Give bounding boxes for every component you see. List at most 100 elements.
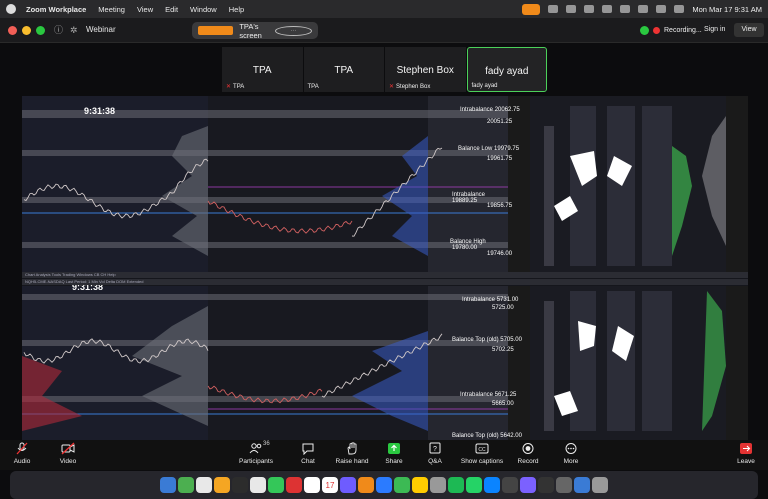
wifi-icon[interactable] [638,5,649,13]
share-button[interactable]: Share [372,442,416,465]
minimize-window-button[interactable] [22,26,31,35]
recording-label: Recording... [664,27,702,34]
menu-view[interactable]: View [137,5,153,14]
svg-text:?: ? [433,446,437,453]
menu-app-name[interactable]: Zoom Workplace [26,5,86,14]
meeting-controls-bar: Audio Video Participants 36 Chat Raise h… [0,440,768,470]
dock-app-icon[interactable] [268,477,284,493]
footprint-column [642,291,672,431]
chart-instrument-bar[interactable]: NQH5-CME-NASDAQ Last Period: 1 Min Vol D… [22,279,748,285]
leave-label: Leave [737,458,755,465]
sign-in-link[interactable]: Sign in [704,26,725,33]
footprint-column [544,301,554,431]
raise-hand-button[interactable]: Raise hand [330,442,374,465]
qa-icon: ? [428,442,442,455]
more-options-icon[interactable]: ··· [274,25,312,36]
dock-app-icon[interactable] [376,477,392,493]
zoom-window: Zoom Workplace Meeting View Edit Window … [0,0,768,499]
dock-app-icon[interactable] [430,477,446,493]
level-label: 19889.25 [452,198,478,204]
dock-app-icon[interactable] [196,477,212,493]
level-label: 19856.75 [487,203,513,209]
level-label: Intrabalance 5731.00 [462,297,519,303]
menu-clock[interactable]: Mon Mar 17 9:31 AM [692,5,762,14]
menu-meeting[interactable]: Meeting [98,5,125,14]
level-label: Intrabalance 5671.25 [460,392,517,398]
dock-app-icon[interactable] [286,477,302,493]
status-icon[interactable] [566,5,577,13]
menu-help[interactable]: Help [229,5,244,14]
recording-status[interactable]: Recording... [640,23,702,38]
show-captions-button[interactable]: CC Show captions [458,442,506,465]
video-label: Video [59,458,77,465]
share-screen-title: TPA's screen [239,21,262,40]
participant-label: ✕ Stephen Box [389,83,430,91]
dock-app-icon[interactable] [412,477,428,493]
status-icon[interactable] [584,5,595,13]
chart-time-label: 9:31:38 [84,106,116,116]
dock-app-icon[interactable] [574,477,590,493]
dock-app-icon[interactable] [178,477,194,493]
share-screen-icon [387,442,401,455]
dock-app-icon[interactable] [160,477,176,493]
control-center-icon[interactable] [674,5,685,13]
qa-button[interactable]: ? Q&A [413,442,457,465]
dock-app-icon[interactable] [592,477,608,493]
menu-edit[interactable]: Edit [165,5,178,14]
dock-app-icon[interactable] [448,477,464,493]
chat-button[interactable]: Chat [286,442,330,465]
footprint-column [544,126,554,266]
menu-window[interactable]: Window [190,5,217,14]
chart-toolbar[interactable]: Chart Analysis Tools Trading Windows CB … [22,272,748,278]
search-icon[interactable] [656,5,667,13]
mic-in-use-icon[interactable] [522,3,541,15]
level-label: 19780.00 [452,245,478,251]
participants-button[interactable]: Participants [234,442,278,465]
dock-app-icon[interactable] [466,477,482,493]
participants-count: 36 [263,441,270,447]
dock-app-icon[interactable] [502,477,518,493]
balance-top-band [22,340,508,346]
participant-tile-active-speaker[interactable]: fady ayad fady ayad [466,47,548,92]
price-axis-bg [726,286,748,440]
info-icon[interactable]: ⓘ [54,25,65,36]
webinar-icon: ✲ [70,25,78,35]
view-button[interactable]: View [734,23,764,37]
audio-button[interactable]: Audio [0,442,44,465]
level-label: Intrabalance 20062.75 [460,107,520,113]
dock-app-icon[interactable] [232,477,248,493]
dock-app-icon[interactable] [358,477,374,493]
close-window-button[interactable] [8,26,17,35]
status-icon[interactable] [548,5,559,13]
participant-tile[interactable]: TPA ✕ TPA [222,47,303,92]
video-button[interactable]: Video [46,442,90,465]
dock-app-icon[interactable] [520,477,536,493]
leave-button[interactable]: Leave [724,442,768,465]
level-label: 5725.00 [492,305,514,311]
share-screen-pill[interactable]: TPA's screen ··· [192,21,318,40]
record-button[interactable]: Record [506,442,550,465]
participant-label: TPA [308,84,319,90]
apple-icon[interactable] [6,4,16,14]
calendar-app-icon[interactable]: 17 [322,477,338,493]
participant-tile[interactable]: Stephen Box ✕ Stephen Box [385,47,466,92]
dock-app-icon[interactable] [340,477,356,493]
dock-app-icon[interactable] [538,477,554,493]
dock-app-icon[interactable] [304,477,320,493]
dock-app-icon[interactable] [250,477,266,493]
record-icon [521,442,535,455]
battery-icon[interactable] [620,5,631,13]
fullscreen-window-button[interactable] [36,26,45,35]
dock-app-icon[interactable] [394,477,410,493]
qa-label: Q&A [428,458,442,465]
dock-app-icon[interactable] [214,477,230,493]
participant-tile[interactable]: TPA TPA [303,47,384,92]
dock-app-icon[interactable] [556,477,572,493]
bluetooth-icon[interactable] [602,5,613,13]
more-button[interactable]: More [549,442,593,465]
hand-icon [345,442,359,455]
participant-label: ✕ TPA [226,83,244,91]
macos-dock: 17 [10,471,758,499]
shared-screen[interactable]: 9:31:38 9:31:38 Intrabalance 20062.75 20… [22,96,748,440]
dock-app-icon[interactable] [484,477,500,493]
